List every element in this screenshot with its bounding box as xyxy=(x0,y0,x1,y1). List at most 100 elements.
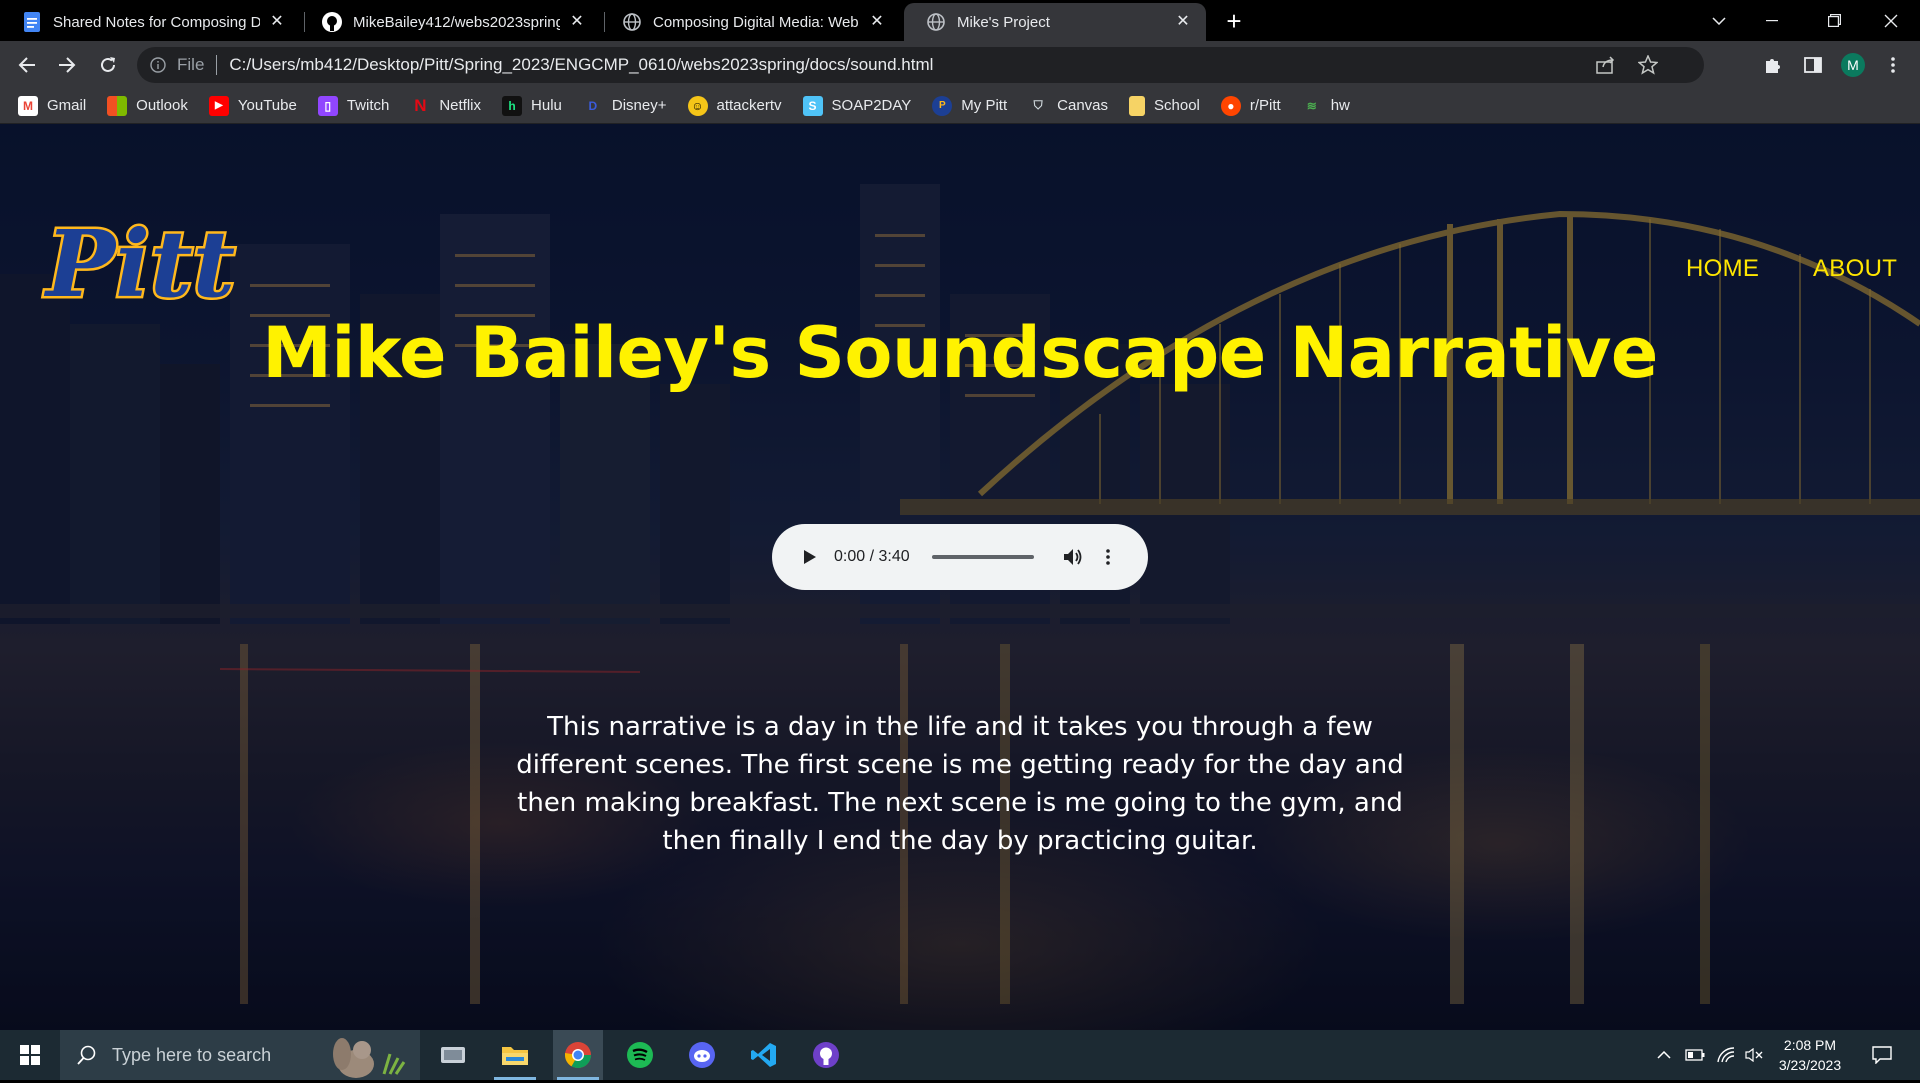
vscode-icon[interactable] xyxy=(739,1030,789,1080)
search-placeholder: Type here to search xyxy=(112,1044,272,1065)
pitt-seal-icon: P xyxy=(932,95,953,116)
audio-progress-slider[interactable] xyxy=(931,555,1034,559)
discord-icon[interactable] xyxy=(677,1030,727,1080)
bookmark-star-icon[interactable] xyxy=(1637,54,1659,80)
bookmark-label: attackertv xyxy=(716,97,782,114)
bookmark-label: hw xyxy=(1330,97,1350,114)
side-panel-icon[interactable] xyxy=(1797,49,1829,81)
windows-start-icon[interactable] xyxy=(0,1030,60,1080)
bookmark-label: r/Pitt xyxy=(1249,97,1281,114)
microsoft-icon xyxy=(107,95,128,116)
bookmark-hw[interactable]: ≋ hw xyxy=(1302,92,1350,120)
tab-github[interactable]: MikeBailey412/webs2023spring: ✕ xyxy=(300,3,600,41)
profile-avatar[interactable]: M xyxy=(1841,53,1865,77)
close-tab-icon[interactable]: ✕ xyxy=(568,13,586,31)
address-bar[interactable]: File C:/Users/mb412/Desktop/Pitt/Spring_… xyxy=(137,47,1704,83)
bookmarks-bar: M Gmail Outlook ▶ YouTube ▯ Twitch N Netflix… xyxy=(0,88,1920,124)
youtube-icon: ▶ xyxy=(208,95,229,116)
extensions-puzzle-icon[interactable] xyxy=(1756,49,1788,81)
nav-about-link[interactable]: ABOUT xyxy=(1813,255,1897,283)
audio-time-display: 0:00 / 3:40 xyxy=(834,548,910,565)
page-title: Mike Bailey's Soundscape Narrative xyxy=(262,312,1658,394)
info-icon[interactable] xyxy=(149,56,167,74)
bookmark-r-pitt[interactable]: ● r/Pitt xyxy=(1220,92,1281,120)
bookmark-attackertv[interactable]: ☺ attackertv xyxy=(687,92,782,120)
bookmark-label: SOAP2DAY xyxy=(831,97,912,114)
forward-arrow-icon[interactable] xyxy=(51,49,83,81)
tab-title: MikeBailey412/webs2023spring: xyxy=(353,13,560,31)
spotify-icon[interactable] xyxy=(615,1030,665,1080)
github-desktop-icon[interactable] xyxy=(801,1030,851,1080)
gmail-icon: M xyxy=(18,95,38,116)
nav-home-link[interactable]: HOME xyxy=(1686,255,1759,283)
taskbar-clock[interactable]: 2:08 PM 3/23/2023 xyxy=(1760,1035,1860,1075)
netflix-icon: N xyxy=(414,95,427,115)
share-icon[interactable] xyxy=(1596,56,1616,79)
logo-text: Pitt xyxy=(43,210,235,318)
taskbar: Type here to search 2:08 PM 3/23/2023 xyxy=(0,1030,1920,1080)
taskbar-search-box[interactable]: Type here to search xyxy=(60,1030,420,1080)
tab-mikes-project[interactable]: Mike's Project ✕ xyxy=(904,3,1206,41)
audio-player[interactable]: 0:00 / 3:40 xyxy=(772,524,1148,590)
bookmark-soap2day[interactable]: S SOAP2DAY xyxy=(802,92,912,120)
notifications-icon[interactable] xyxy=(1864,1030,1900,1080)
back-arrow-icon[interactable] xyxy=(11,49,43,81)
bookmark-label: My Pitt xyxy=(961,97,1008,114)
bookmark-label: Outlook xyxy=(136,97,188,114)
restore-icon[interactable] xyxy=(1811,0,1857,41)
minimize-icon[interactable] xyxy=(1749,0,1795,41)
volume-icon[interactable] xyxy=(1062,546,1084,568)
canvas-shield-icon: ⛉ xyxy=(1033,98,1043,112)
file-explorer-icon[interactable] xyxy=(490,1030,540,1080)
close-tab-icon[interactable]: ✕ xyxy=(1174,13,1192,31)
close-tab-icon[interactable]: ✕ xyxy=(268,13,286,31)
browser-toolbar: File C:/Users/mb412/Desktop/Pitt/Spring_… xyxy=(0,41,1920,88)
folder-icon xyxy=(1129,95,1145,116)
pitt-logo[interactable]: Pitt xyxy=(40,210,240,328)
narrative-paragraph: This narrative is a day in the life and … xyxy=(516,712,1404,856)
play-icon[interactable] xyxy=(800,547,820,567)
bookmark-label: Netflix xyxy=(439,97,482,114)
reload-icon[interactable] xyxy=(92,49,124,81)
close-window-icon[interactable] xyxy=(1868,0,1914,41)
bookmark-label: School xyxy=(1154,97,1200,114)
disney-icon: D xyxy=(588,98,598,113)
tab-strip: Shared Notes for Composing Dig ✕ MikeBai… xyxy=(0,0,1920,41)
battery-icon[interactable] xyxy=(1682,1030,1708,1080)
tab-composing-digital-media[interactable]: Composing Digital Media: Web U ✕ xyxy=(600,3,900,41)
bookmark-gmail[interactable]: M Gmail xyxy=(18,92,86,120)
clock-date: 3/23/2023 xyxy=(1778,1057,1842,1073)
new-tab-button[interactable]: + xyxy=(1220,8,1248,36)
tab-shared-notes[interactable]: Shared Notes for Composing Dig ✕ xyxy=(0,3,300,41)
bookmark-school[interactable]: School xyxy=(1129,92,1200,120)
bookmark-canvas[interactable]: ⛉ Canvas xyxy=(1028,92,1108,120)
more-options-icon[interactable] xyxy=(1100,546,1116,568)
tab-search-chevron-icon[interactable] xyxy=(1696,0,1742,41)
close-tab-icon[interactable]: ✕ xyxy=(868,13,886,31)
bookmark-disney[interactable]: D Disney+ xyxy=(583,92,667,120)
globe-icon xyxy=(622,12,642,32)
bookmark-outlook[interactable]: Outlook xyxy=(107,92,188,120)
kebab-menu-icon[interactable] xyxy=(1877,49,1909,81)
attackertv-icon: ☺ xyxy=(687,95,708,116)
snipping-tool-icon[interactable] xyxy=(428,1030,478,1080)
chevron-up-icon[interactable] xyxy=(1652,1030,1676,1080)
bookmark-youtube[interactable]: ▶ YouTube xyxy=(208,92,297,120)
bookmark-twitch[interactable]: ▯ Twitch xyxy=(317,92,389,120)
search-icon xyxy=(77,1045,96,1065)
globe-icon xyxy=(926,12,946,32)
soap2day-icon: S xyxy=(802,95,823,116)
hulu-icon: h xyxy=(502,95,523,116)
stack-icon: ≋ xyxy=(1306,98,1317,113)
squirrel-illustration-icon xyxy=(326,1034,410,1083)
bookmark-hulu[interactable]: h Hulu xyxy=(502,92,562,120)
bookmark-my-pitt[interactable]: P My Pitt xyxy=(932,92,1007,120)
bookmark-label: Hulu xyxy=(531,97,562,114)
wifi-icon[interactable] xyxy=(1714,1030,1738,1080)
url-text[interactable]: C:/Users/mb412/Desktop/Pitt/Spring_2023/… xyxy=(229,55,933,75)
bookmark-label: YouTube xyxy=(237,97,297,114)
chrome-icon[interactable] xyxy=(553,1030,603,1080)
bookmark-label: Disney+ xyxy=(611,97,667,114)
bookmark-netflix[interactable]: N Netflix xyxy=(410,92,481,120)
twitch-icon: ▯ xyxy=(317,95,338,116)
